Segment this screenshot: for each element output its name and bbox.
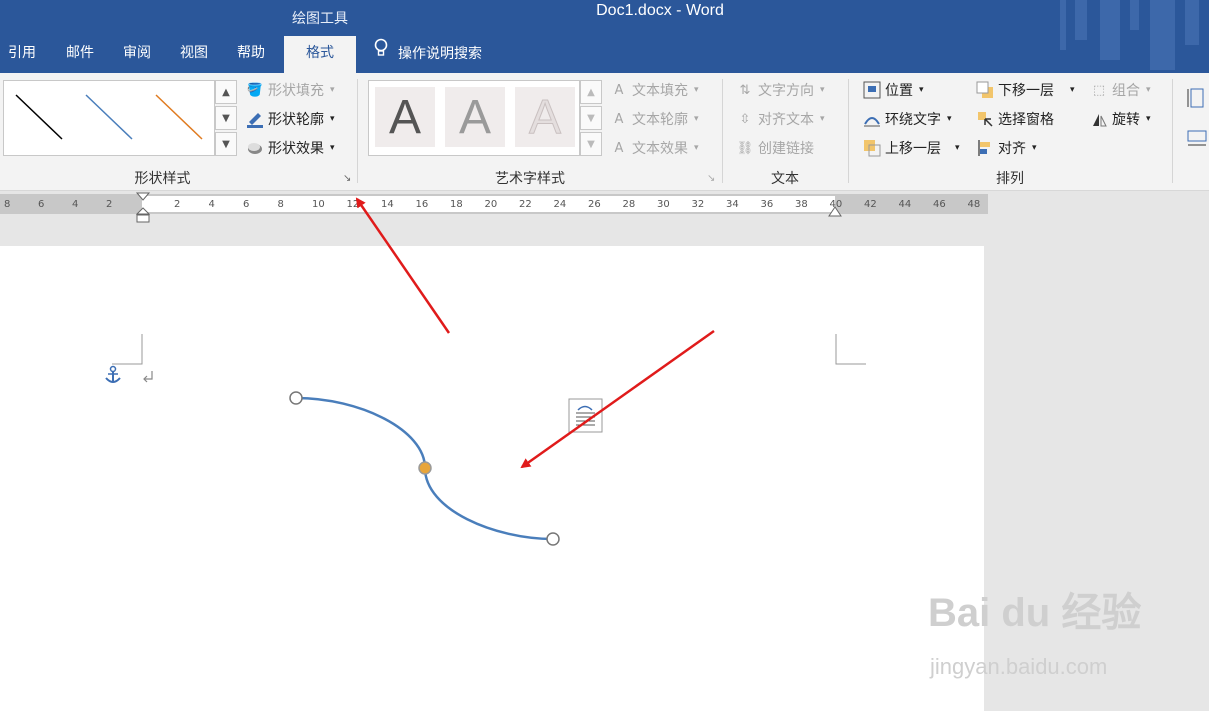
layout-options-button[interactable] (568, 398, 603, 433)
baidu-logo: Bai du 经验 (928, 591, 1142, 635)
end-handle[interactable] (546, 532, 560, 546)
annotation-arrow-curve (520, 329, 715, 469)
start-handle[interactable] (289, 391, 303, 405)
margin-corner-left (112, 334, 143, 365)
anchor-icon[interactable] (105, 365, 121, 383)
margin-corner-right (835, 334, 866, 365)
annotation-arrow-up (355, 197, 451, 334)
watermark-url: jingyan.baidu.com (930, 654, 1108, 679)
adjust-handle[interactable] (418, 461, 432, 475)
paragraph-mark-icon (143, 371, 153, 383)
